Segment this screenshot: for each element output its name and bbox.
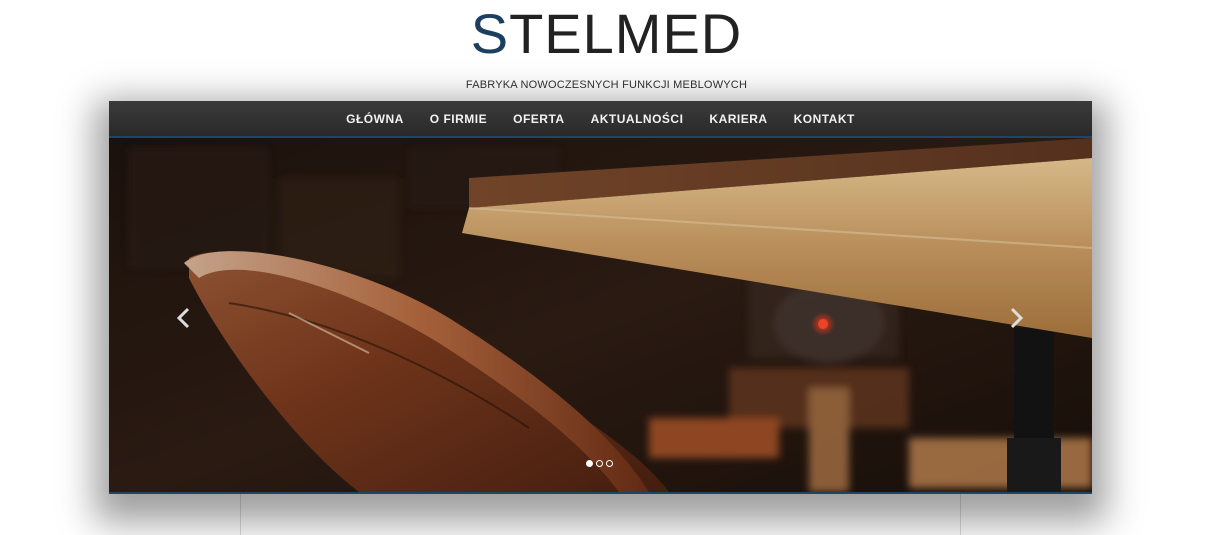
content-border-right bbox=[960, 492, 961, 535]
slider-prev-chevron-left-icon[interactable] bbox=[174, 306, 194, 330]
slider-next-chevron-right-icon[interactable] bbox=[1006, 306, 1026, 330]
slide-image bbox=[109, 138, 1092, 492]
page: STELMED FABRYKA NOWOCZESNYCH FUNKCJI MEB… bbox=[0, 0, 1213, 535]
nav-item-kontakt[interactable]: KONTAKT bbox=[781, 112, 868, 126]
nav-item-oferta[interactable]: OFERTA bbox=[500, 112, 577, 126]
slider-dot-1[interactable] bbox=[586, 460, 593, 467]
logo-rest: TELMED bbox=[509, 2, 743, 65]
logo-first-letter: S bbox=[470, 2, 510, 65]
image-slider bbox=[109, 138, 1092, 494]
nav-item-glowna[interactable]: GŁÓWNA bbox=[333, 112, 417, 126]
slider-dot-3[interactable] bbox=[606, 460, 613, 467]
site-logo[interactable]: STELMED bbox=[0, 4, 1213, 64]
slider-dot-2[interactable] bbox=[596, 460, 603, 467]
content-border-left bbox=[240, 492, 241, 535]
site-tagline: FABRYKA NOWOCZESNYCH FUNKCJI MEBLOWYCH bbox=[465, 79, 748, 91]
nav-item-o-firmie[interactable]: O FIRMIE bbox=[417, 112, 500, 126]
nav-item-kariera[interactable]: KARIERA bbox=[696, 112, 780, 126]
main-frame: GŁÓWNA O FIRMIE OFERTA AKTUALNOŚCI KARIE… bbox=[109, 101, 1092, 494]
main-navigation: GŁÓWNA O FIRMIE OFERTA AKTUALNOŚCI KARIE… bbox=[109, 101, 1092, 138]
slider-pagination bbox=[586, 460, 613, 467]
nav-item-aktualnosci[interactable]: AKTUALNOŚCI bbox=[578, 112, 697, 126]
